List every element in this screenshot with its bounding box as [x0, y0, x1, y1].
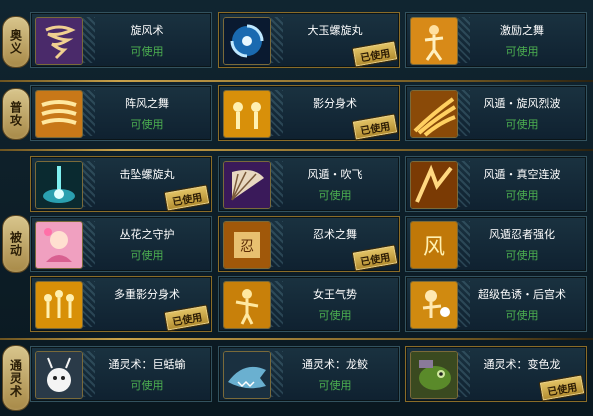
shark-icon	[223, 351, 271, 399]
skill-card[interactable]: 通灵术：龙鲛 可使用	[218, 346, 400, 402]
used-badge: 已使用	[351, 244, 399, 272]
wind-kanji-icon: 风	[410, 221, 458, 269]
skill-name: 通灵术：变色龙	[483, 358, 561, 371]
skill-name: 阵风之舞	[125, 97, 169, 110]
skill-status: 可使用	[318, 189, 352, 202]
queen-icon	[223, 281, 271, 329]
harem-icon	[410, 281, 458, 329]
skill-name: 击坠螺旋丸	[119, 168, 175, 181]
skill-status: 可使用	[505, 189, 539, 202]
shadow-clone-icon	[223, 90, 271, 138]
skill-card[interactable]: 通灵术：巨蛞蝓 可使用	[30, 346, 212, 402]
wind-wave-icon	[410, 90, 458, 138]
falling-rasengan-icon	[35, 161, 83, 209]
skill-card[interactable]: 激励之舞 可使用	[405, 12, 587, 68]
vacuum-wave-icon	[410, 161, 458, 209]
skill-status: 可使用	[318, 379, 352, 392]
section-divider	[0, 338, 593, 340]
skill-card[interactable]: 风遁・旋风烈波 可使用	[405, 85, 587, 141]
skill-name: 影分身术	[313, 97, 357, 110]
skill-card[interactable]: 通灵术：变色龙已使用	[405, 346, 587, 402]
skill-card[interactable]: 忍 忍术之舞已使用	[218, 216, 400, 272]
section-tag-summoning: 通灵术	[2, 345, 30, 411]
dance-icon	[410, 17, 458, 65]
skill-status: 可使用	[505, 118, 539, 131]
rasengan-icon	[223, 17, 271, 65]
used-badge: 已使用	[163, 184, 211, 212]
skill-name: 忍术之舞	[313, 228, 357, 241]
fan-icon	[223, 161, 271, 209]
skill-status: 可使用	[130, 45, 164, 58]
skill-name: 风遁・吹飞	[307, 168, 363, 181]
whirlwind-icon	[35, 17, 83, 65]
skill-card[interactable]: 旋风术 可使用	[30, 12, 212, 68]
section-divider	[0, 80, 593, 82]
skill-card[interactable]: 阵风之舞 可使用	[30, 85, 212, 141]
section-tag-passive: 被动	[2, 215, 30, 273]
skill-name: 风遁・旋风烈波	[483, 97, 561, 110]
skill-card[interactable]: 风 风遁忍者强化 可使用	[405, 216, 587, 272]
svg-text:忍: 忍	[240, 239, 254, 255]
skill-card[interactable]: 多重影分身术已使用	[30, 276, 212, 332]
used-badge: 已使用	[163, 304, 211, 332]
skill-name: 通灵术：龙鲛	[302, 358, 368, 371]
gust-icon	[35, 90, 83, 138]
skill-name: 多重影分身术	[114, 288, 180, 301]
skill-name: 丛花之守护	[119, 228, 175, 241]
skill-name: 超级色诱・后宫术	[478, 288, 566, 301]
skill-status: 可使用	[505, 249, 539, 262]
skill-status: 可使用	[505, 45, 539, 58]
skill-name: 风遁忍者强化	[489, 228, 555, 241]
section-divider	[0, 149, 593, 151]
skill-status: 可使用	[318, 309, 352, 322]
skill-name: 大玉螺旋丸	[307, 24, 363, 37]
skill-status: 可使用	[130, 118, 164, 131]
section-tag-ougi: 奥义	[2, 16, 30, 68]
skill-status: 可使用	[505, 309, 539, 322]
skill-card[interactable]: 超级色诱・后宫术 可使用	[405, 276, 587, 332]
used-badge: 已使用	[351, 113, 399, 141]
used-badge: 已使用	[538, 374, 586, 402]
flower-guard-icon	[35, 221, 83, 269]
chameleon-icon	[410, 351, 458, 399]
skill-card[interactable]: 击坠螺旋丸已使用	[30, 156, 212, 212]
skill-card[interactable]: 风遁・吹飞 可使用	[218, 156, 400, 212]
skill-name: 风遁・真空连波	[483, 168, 561, 181]
skill-card[interactable]: 大玉螺旋丸已使用	[218, 12, 400, 68]
skill-card[interactable]: 风遁・真空连波 可使用	[405, 156, 587, 212]
skill-name: 通灵术：巨蛞蝓	[108, 358, 186, 371]
skill-card[interactable]: 丛花之守护 可使用	[30, 216, 212, 272]
skill-panel: 奥义 普攻 被动 通灵术 旋风术 可使用 大玉螺旋丸 已使用 激励之舞 可使用 阵风之舞 可使…	[0, 0, 593, 416]
used-badge: 已使用	[351, 40, 399, 68]
skill-status: 可使用	[130, 249, 164, 262]
skill-name: 女王气势	[313, 288, 357, 301]
svg-text:风: 风	[423, 235, 445, 260]
scroll-icon: 忍	[223, 221, 271, 269]
skill-name: 旋风术	[130, 24, 164, 37]
skill-status: 可使用	[130, 379, 164, 392]
slug-icon	[35, 351, 83, 399]
multi-clone-icon	[35, 281, 83, 329]
skill-card[interactable]: 女王气势 可使用	[218, 276, 400, 332]
skill-name: 激励之舞	[500, 24, 544, 37]
skill-card[interactable]: 影分身术已使用	[218, 85, 400, 141]
section-tag-normal-attack: 普攻	[2, 88, 30, 140]
